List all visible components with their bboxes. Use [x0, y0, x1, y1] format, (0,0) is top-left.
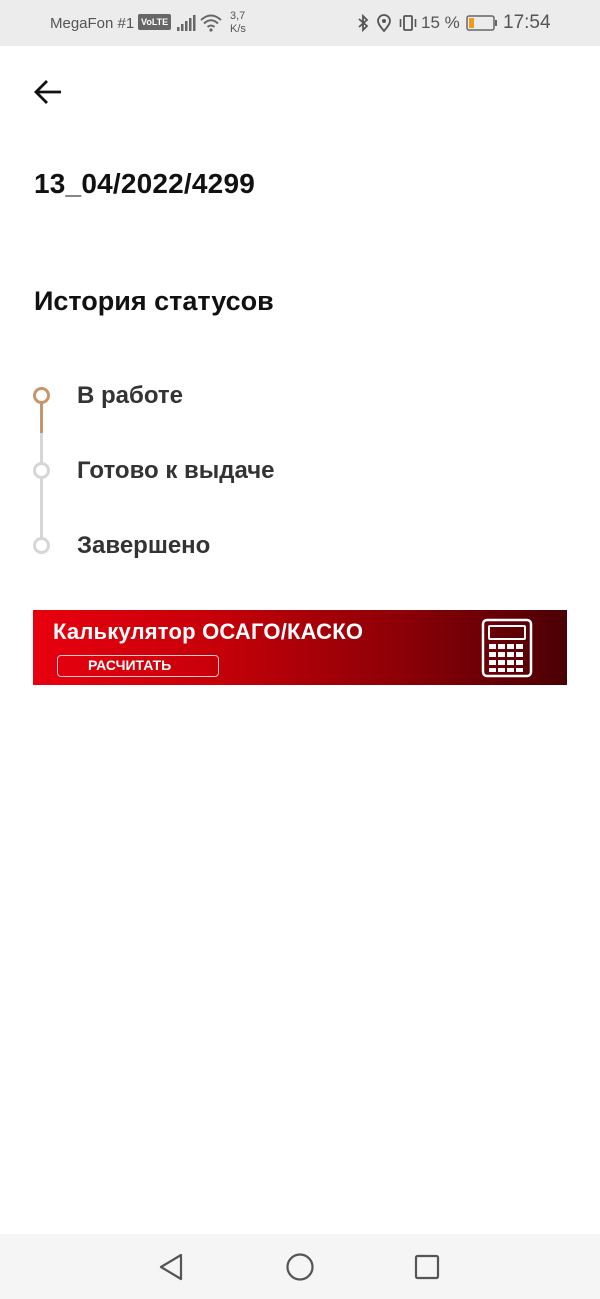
status-label: Готово к выдаче — [77, 457, 275, 484]
timeline-line-inactive — [40, 433, 43, 545]
nav-recents-button[interactable] — [411, 1251, 443, 1283]
nav-back-button[interactable] — [155, 1251, 187, 1283]
system-nav-bar — [0, 1234, 600, 1299]
banner-title: Калькулятор ОСАГО/КАСКО — [53, 619, 364, 644]
calculate-button[interactable]: РАСЧИТАТЬ — [57, 655, 219, 677]
recents-square-icon — [414, 1254, 440, 1280]
speed-value: 3,7 — [230, 10, 246, 22]
status-dot-active — [33, 387, 50, 404]
document-number: 13_04/2022/4299 — [34, 168, 255, 199]
wifi-icon — [200, 0, 222, 46]
nav-home-button[interactable] — [284, 1251, 316, 1283]
timeline-line-active — [40, 403, 43, 433]
status-timeline: В работе Готово к выдаче Завершено — [0, 370, 600, 580]
speed-unit: K/s — [230, 23, 246, 35]
home-circle-icon — [286, 1253, 314, 1281]
volte-badge: VoLTE — [138, 14, 172, 30]
arrow-left-icon — [34, 80, 61, 104]
signal-icon — [177, 0, 197, 46]
back-triangle-icon — [159, 1253, 183, 1281]
calculator-icon — [481, 618, 533, 678]
back-button[interactable] — [28, 74, 68, 110]
battery-icon — [466, 0, 498, 46]
status-dot-inactive — [33, 537, 50, 554]
bluetooth-icon — [356, 0, 370, 46]
carrier-name: MegaFon #1 — [50, 14, 135, 32]
battery-percent: 15 % — [421, 13, 460, 32]
status-label: В работе — [77, 382, 183, 409]
location-icon — [376, 0, 392, 46]
status-bar: MegaFon #1 VoLTE 3,7 K/s 15 % 17:54 — [0, 0, 600, 46]
clock: 17:54 — [503, 12, 551, 33]
network-speed: 3,7 K/s — [230, 0, 246, 46]
status-dot-inactive — [33, 462, 50, 479]
calculator-banner[interactable]: Калькулятор ОСАГО/КАСКО РАСЧИТАТЬ — [33, 610, 567, 685]
status-label: Завершено — [77, 532, 211, 559]
status-history-title: История статусов — [34, 286, 274, 316]
vibrate-icon — [397, 0, 419, 46]
